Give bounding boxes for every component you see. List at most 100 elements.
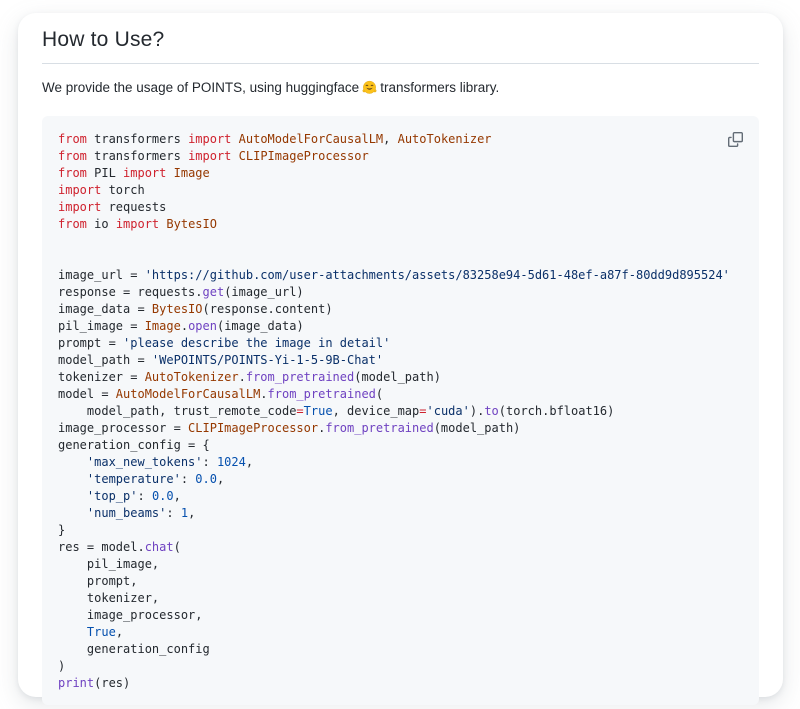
- code-token: pil_image =: [58, 319, 145, 333]
- code-token: image_processor =: [58, 421, 188, 435]
- code-token: from_pretrained: [325, 421, 433, 435]
- code-token: 0.0: [152, 489, 174, 503]
- code-token: pil_image,: [58, 557, 159, 571]
- code-token: from: [58, 166, 87, 180]
- code-token: 0.0: [195, 472, 217, 486]
- code-token: import: [188, 149, 231, 163]
- code-token: 'temperature': [87, 472, 181, 486]
- code-line: pil_image = Image.open(image_data): [58, 318, 743, 335]
- code-token: tokenizer,: [58, 591, 159, 605]
- code-token: Image: [145, 319, 181, 333]
- code-token: import: [116, 217, 159, 231]
- code-token: AutoTokenizer: [398, 132, 492, 146]
- code-token: Image: [174, 166, 210, 180]
- intro-text: We provide the usage of POINTS, using hu…: [42, 79, 759, 100]
- code-line: print(res): [58, 675, 743, 692]
- code-token: AutoModelForCausalLM: [116, 387, 261, 401]
- code-line: response = requests.get(image_url): [58, 284, 743, 301]
- code-line: True,: [58, 624, 743, 641]
- code-token: io: [87, 217, 116, 231]
- intro-text-after: transformers library.: [380, 80, 499, 95]
- code-token: to: [484, 404, 498, 418]
- code-token: (torch.bfloat16): [499, 404, 615, 418]
- code-token: transformers: [87, 149, 188, 163]
- code-line: 'num_beams': 1,: [58, 505, 743, 522]
- code-token: .: [239, 370, 246, 384]
- code-line: image_processor,: [58, 607, 743, 624]
- code-line: prompt = 'please describe the image in d…: [58, 335, 743, 352]
- code-token: 1: [181, 506, 188, 520]
- code-token: (res): [94, 676, 130, 690]
- code-lines: from transformers import AutoModelForCau…: [58, 131, 743, 692]
- code-token: requests: [101, 200, 166, 214]
- page: How to Use? We provide the usage of POIN…: [0, 0, 800, 709]
- code-token: get: [203, 285, 225, 299]
- code-token: ,: [174, 489, 181, 503]
- code-token: res = model.: [58, 540, 145, 554]
- code-token: open: [188, 319, 217, 333]
- code-token: 'num_beams': [87, 506, 166, 520]
- code-token: True: [87, 625, 116, 639]
- code-token: =: [296, 404, 303, 418]
- code-token: (: [376, 387, 383, 401]
- code-token: model =: [58, 387, 116, 401]
- code-token: [231, 149, 238, 163]
- code-line: import torch: [58, 182, 743, 199]
- code-token: [58, 506, 87, 520]
- code-token: model_path, trust_remote_code: [58, 404, 296, 418]
- code-token: 'please describe the image in detail': [123, 336, 390, 350]
- code-token: tokenizer =: [58, 370, 145, 384]
- code-token: (: [174, 540, 181, 554]
- code-line: res = model.chat(: [58, 539, 743, 556]
- code-token: (image_url): [224, 285, 303, 299]
- code-token: AutoModelForCausalLM: [239, 132, 384, 146]
- code-token: from_pretrained: [268, 387, 376, 401]
- code-token: .: [260, 387, 267, 401]
- code-token: ,: [246, 455, 253, 469]
- code-token: ,: [217, 472, 224, 486]
- code-line: tokenizer = AutoTokenizer.from_pretraine…: [58, 369, 743, 386]
- code-token: model_path =: [58, 353, 152, 367]
- code-token: import: [58, 183, 101, 197]
- code-token: =: [419, 404, 426, 418]
- code-token: from_pretrained: [246, 370, 354, 384]
- code-token: 'WePOINTS/POINTS-Yi-1-5-9B-Chat': [152, 353, 383, 367]
- code-token: ,: [188, 506, 195, 520]
- code-token: prompt,: [58, 574, 137, 588]
- code-token: ): [58, 659, 65, 673]
- code-line: generation_config: [58, 641, 743, 658]
- code-line: from transformers import AutoModelForCau…: [58, 131, 743, 148]
- code-token: CLIPImageProcessor: [239, 149, 369, 163]
- code-token: 'top_p': [87, 489, 138, 503]
- code-line: model = AutoModelForCausalLM.from_pretra…: [58, 386, 743, 403]
- code-token: transformers: [87, 132, 188, 146]
- code-token: from: [58, 132, 87, 146]
- code-token: :: [166, 506, 180, 520]
- code-block: from transformers import AutoModelForCau…: [42, 116, 759, 705]
- code-token: :: [181, 472, 195, 486]
- code-line: tokenizer,: [58, 590, 743, 607]
- code-token: import: [188, 132, 231, 146]
- code-token: (model_path): [434, 421, 521, 435]
- code-token: image_processor,: [58, 608, 203, 622]
- copy-code-button[interactable]: [724, 128, 746, 150]
- hugging-face-emoji: [362, 80, 377, 100]
- code-token: from: [58, 149, 87, 163]
- code-token: ,: [116, 625, 123, 639]
- code-line: from transformers import CLIPImageProces…: [58, 148, 743, 165]
- code-token: .: [181, 319, 188, 333]
- code-line: [58, 250, 743, 267]
- code-token: [58, 489, 87, 503]
- code-token: 'cuda': [427, 404, 470, 418]
- code-token: [58, 455, 87, 469]
- code-token: ).: [470, 404, 484, 418]
- code-token: True: [304, 404, 333, 418]
- code-token: :: [137, 489, 151, 503]
- code-token: image_url =: [58, 268, 145, 282]
- code-token: :: [203, 455, 217, 469]
- copy-icon: [728, 132, 743, 147]
- code-token: 'https://github.com/user-attachments/ass…: [145, 268, 730, 282]
- code-token: AutoTokenizer: [145, 370, 239, 384]
- code-line: model_path = 'WePOINTS/POINTS-Yi-1-5-9B-…: [58, 352, 743, 369]
- code-token: ,: [383, 132, 397, 146]
